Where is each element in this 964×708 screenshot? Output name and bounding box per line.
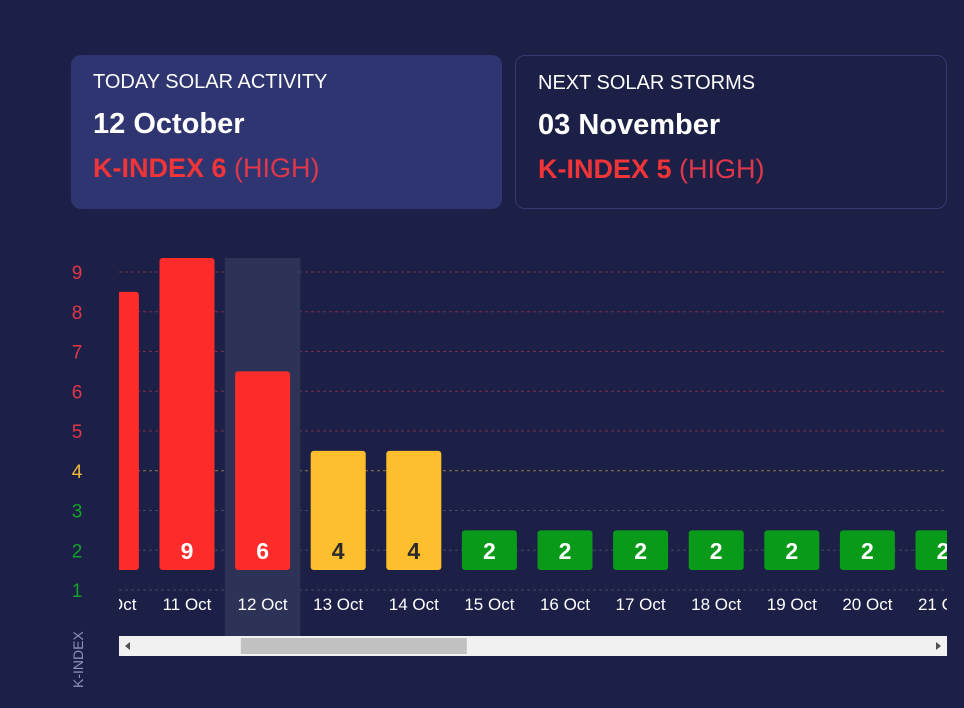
y-tick-label: 1 xyxy=(72,581,83,602)
y-tick-label: 2 xyxy=(72,541,83,562)
bar-value-label: 2 xyxy=(710,538,723,564)
y-tick-label: 5 xyxy=(72,422,83,443)
x-tick-label: 13 Oct xyxy=(313,595,363,614)
x-tick-label: 11 Oct xyxy=(163,595,212,614)
scrollbar-thumb[interactable] xyxy=(240,638,467,654)
bar-value-label: 2 xyxy=(785,538,798,564)
bar-value-label: 2 xyxy=(937,538,950,564)
x-tick-label: 16 Oct xyxy=(540,595,590,614)
kindex-bar-chart: 1 2 3 4 5 6 7 8 9 8 10 Oct 9 11 Oct 6 12 Oct 4 13 Oct 4 1… xyxy=(70,258,964,688)
bar-value-label: 2 xyxy=(861,538,874,564)
bar-value-label: 4 xyxy=(332,538,345,564)
y-tick-label: 6 xyxy=(72,382,83,403)
bar-value-label: 2 xyxy=(634,538,647,564)
y-tick-label: 7 xyxy=(72,343,83,364)
bar-value-label: 2 xyxy=(483,538,496,564)
horizontal-scrollbar[interactable] xyxy=(119,636,947,656)
bar xyxy=(119,291,139,570)
y-axis-label: K-INDEX xyxy=(70,631,86,688)
x-tick-label: 14 Oct xyxy=(389,595,439,614)
bar-value-label: 6 xyxy=(256,538,269,564)
x-tick-label: 10 Oct xyxy=(86,595,136,614)
y-tick-label: 4 xyxy=(72,462,83,483)
x-tick-label: 12 Oct xyxy=(238,595,288,614)
x-tick-label: 17 Oct xyxy=(616,595,666,614)
x-tick-label: 18 Oct xyxy=(691,595,741,614)
bar-value-label: 2 xyxy=(559,538,572,564)
x-tick-label: 19 Oct xyxy=(767,595,817,614)
y-tick-label: 9 xyxy=(72,263,83,284)
x-tick-label: 21 Oct xyxy=(918,595,964,614)
y-tick-label: 3 xyxy=(72,502,83,523)
bar-value-label: 4 xyxy=(407,538,420,564)
x-tick-label: 20 Oct xyxy=(842,595,892,614)
x-tick-label: 15 Oct xyxy=(464,595,514,614)
bar-value-label: 8 xyxy=(105,538,118,564)
bar-value-label: 9 xyxy=(181,538,194,564)
bar xyxy=(159,258,215,570)
y-tick-label: 8 xyxy=(72,303,83,324)
